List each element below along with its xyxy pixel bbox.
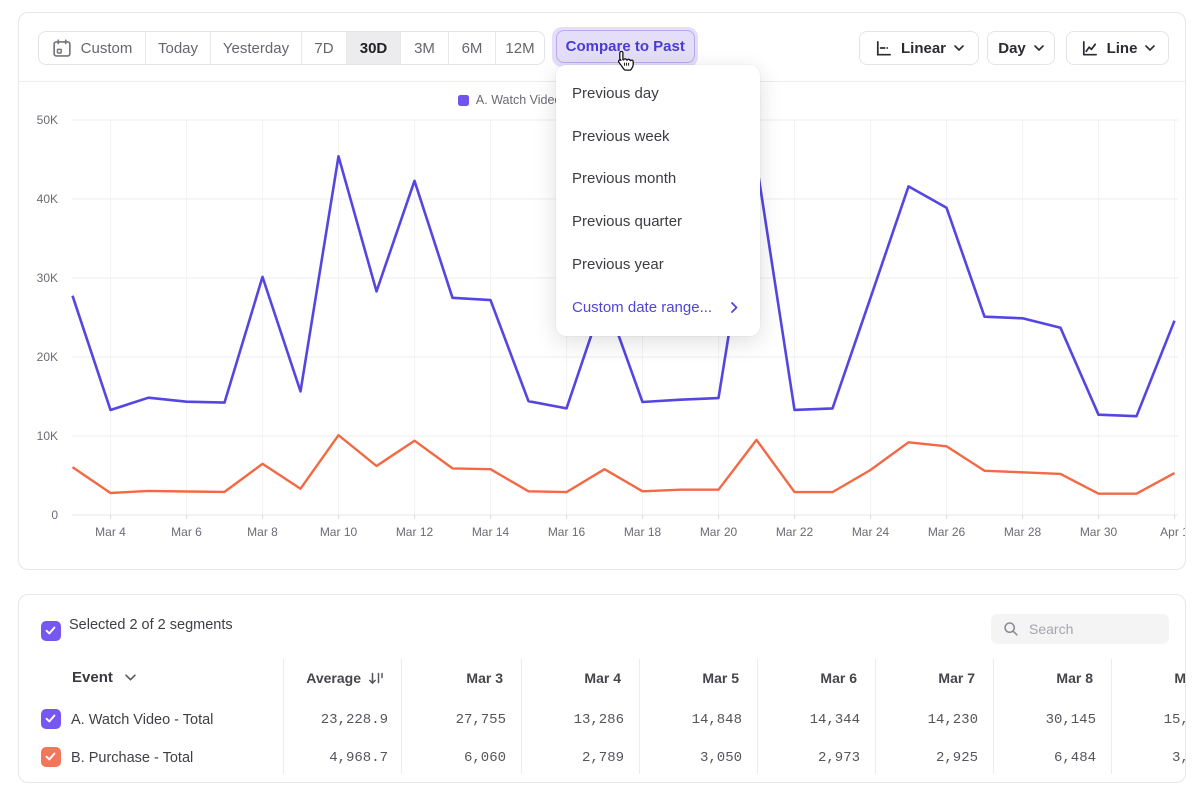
svg-text:Mar 24: Mar 24 <box>852 525 890 539</box>
svg-text:Mar 30: Mar 30 <box>1080 525 1118 539</box>
svg-text:40K: 40K <box>37 192 58 206</box>
svg-text:Mar 14: Mar 14 <box>472 525 510 539</box>
svg-text:Mar 18: Mar 18 <box>624 525 662 539</box>
svg-text:Mar 12: Mar 12 <box>396 525 434 539</box>
svg-text:0: 0 <box>51 508 58 522</box>
svg-text:Mar 28: Mar 28 <box>1004 525 1042 539</box>
svg-text:30K: 30K <box>37 271 58 285</box>
svg-text:20K: 20K <box>37 350 58 364</box>
svg-text:Mar 26: Mar 26 <box>928 525 966 539</box>
svg-text:Mar 22: Mar 22 <box>776 525 814 539</box>
svg-text:Mar 20: Mar 20 <box>700 525 738 539</box>
svg-text:10K: 10K <box>37 429 58 443</box>
svg-text:Mar 8: Mar 8 <box>247 525 278 539</box>
svg-text:Mar 10: Mar 10 <box>320 525 358 539</box>
svg-text:Apr 1: Apr 1 <box>1160 525 1186 539</box>
svg-text:Mar 16: Mar 16 <box>548 525 586 539</box>
svg-text:Mar 6: Mar 6 <box>171 525 202 539</box>
svg-text:Mar 4: Mar 4 <box>95 525 126 539</box>
svg-text:50K: 50K <box>37 113 58 127</box>
